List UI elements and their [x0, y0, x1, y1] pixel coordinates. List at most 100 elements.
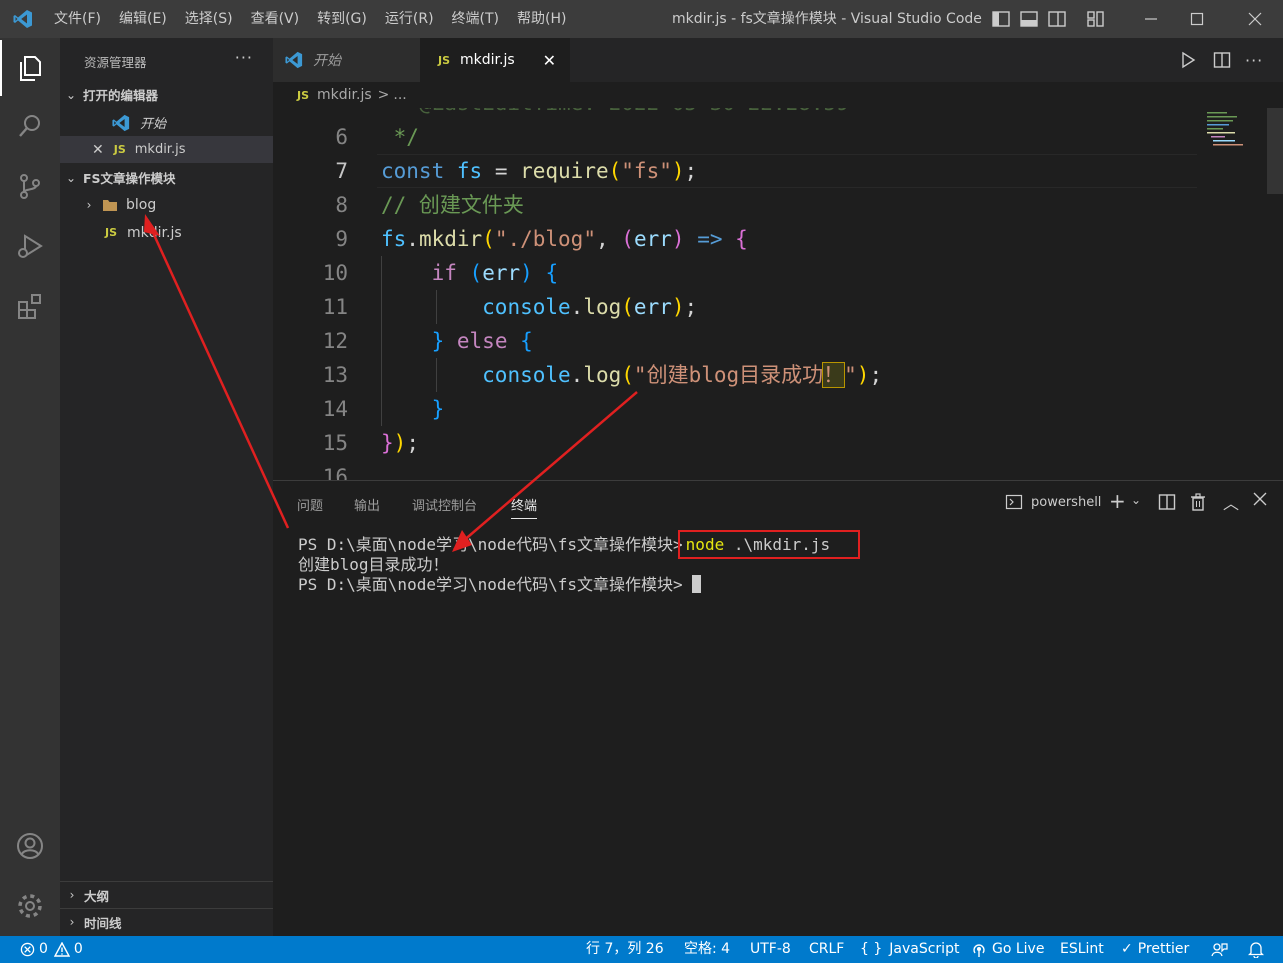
line-number: 13 — [322, 363, 348, 387]
feedback-icon[interactable] — [1211, 936, 1228, 963]
tab-start[interactable]: 开始 — [273, 38, 420, 82]
code-line-12: } else { — [431, 329, 533, 353]
go-live-button[interactable]: Go Live — [971, 936, 1044, 963]
breadcrumb-file[interactable]: mkdir.js — [317, 87, 372, 103]
title-bar: 文件(F) 编辑(E) 选择(S) 查看(V) 转到(G) 运行(R) 终端(T… — [0, 0, 1283, 38]
split-editor-icon[interactable] — [1213, 38, 1231, 82]
chevron-down-icon[interactable]: ⌄ — [1131, 493, 1141, 507]
source-control-icon[interactable] — [0, 158, 60, 214]
vscode-logo-icon — [0, 0, 46, 38]
toggle-panel-icon[interactable] — [1019, 9, 1039, 29]
indentation[interactable]: 空格: 4 — [684, 936, 730, 963]
breadcrumb: JS mkdir.js > ... — [273, 82, 1283, 108]
menu-edit[interactable]: 编辑(E) — [111, 0, 177, 38]
menu-run[interactable]: 运行(R) — [377, 0, 444, 38]
maximize-panel-icon[interactable]: ︿ — [1223, 490, 1239, 514]
toggle-sidebar-icon[interactable] — [991, 9, 1011, 29]
open-editors-section[interactable]: ⌄ 打开的编辑器 — [60, 81, 273, 108]
menu-terminal[interactable]: 终端(T) — [444, 0, 509, 38]
split-terminal-icon[interactable] — [1158, 493, 1176, 515]
editor-more-actions-icon[interactable]: ··· — [1245, 38, 1263, 82]
close-tab-icon[interactable]: ✕ — [543, 51, 556, 70]
terminal-icon — [1005, 493, 1023, 511]
check-icon: ✓ — [1121, 941, 1133, 957]
menu-file[interactable]: 文件(F) — [46, 0, 111, 38]
bottom-panel: 问题 输出 调试控制台 终端 powershell + ⌄ ︿ PS D:\桌面… — [273, 480, 1283, 936]
code-line-15: }); — [381, 431, 419, 455]
breadcrumb-more[interactable]: ... — [393, 87, 406, 103]
more-actions-icon[interactable]: ··· — [235, 48, 253, 67]
line-number: 15 — [322, 431, 348, 455]
code-editor[interactable]: * @LastEditTime: 2022-05-30 22:28:59 6 *… — [273, 108, 1283, 480]
eslint-status[interactable]: ESLint — [1060, 936, 1104, 963]
notifications-bell-icon[interactable] — [1248, 936, 1264, 963]
explorer-header: 资源管理器 — [84, 55, 147, 70]
terminal-shell-selector[interactable]: powershell — [1005, 493, 1101, 511]
language-mode[interactable]: { } JavaScript — [860, 936, 959, 963]
tree-item-mkdir-js[interactable]: JS mkdir.js — [60, 219, 273, 246]
line-ending[interactable]: CRLF — [809, 936, 844, 963]
js-icon: JS — [438, 53, 451, 67]
vscode-icon — [112, 114, 130, 132]
timeline-section[interactable]: › 时间线 — [60, 908, 273, 935]
code-line-11: console.log(err); — [482, 295, 698, 319]
terminal-line-prompt[interactable]: PS D:\桌面\node学习\node代码\fs文章操作模块> — [298, 575, 702, 595]
tree-item-blog[interactable]: › blog — [60, 191, 273, 218]
prettier-status[interactable]: ✓ Prettier — [1121, 936, 1189, 963]
line-number: 14 — [322, 397, 348, 421]
tab-output[interactable]: 输出 — [354, 495, 380, 514]
menu-selection[interactable]: 选择(S) — [177, 0, 243, 38]
close-editor-icon[interactable]: ✕ — [92, 142, 104, 158]
extensions-icon[interactable] — [0, 278, 60, 334]
maximize-button[interactable] — [1174, 0, 1220, 38]
new-terminal-icon[interactable]: + — [1109, 489, 1126, 513]
menu-view[interactable]: 查看(V) — [243, 0, 310, 38]
terminal-cursor — [692, 575, 702, 593]
close-window-button[interactable] — [1232, 0, 1278, 38]
accounts-icon[interactable] — [0, 818, 60, 874]
outline-section[interactable]: › 大纲 — [60, 881, 273, 908]
line-number: 8 — [335, 193, 348, 217]
line-number: 7 — [335, 159, 348, 183]
minimap[interactable] — [1203, 108, 1273, 480]
tab-mkdir-js[interactable]: JS mkdir.js ✕ — [420, 38, 570, 82]
broadcast-icon — [973, 943, 985, 957]
chevron-down-icon: ⌄ — [65, 87, 77, 102]
cursor-position[interactable]: 行 7，列 26 — [586, 936, 664, 963]
breadcrumb-separator: > — [377, 87, 390, 103]
folder-icon — [102, 198, 118, 212]
explorer-icon[interactable] — [0, 40, 60, 96]
kill-terminal-icon[interactable] — [1190, 493, 1206, 515]
run-file-icon[interactable] — [1179, 38, 1197, 82]
warning-icon — [53, 942, 70, 957]
encoding[interactable]: UTF-8 — [750, 936, 791, 963]
line-number: 9 — [335, 227, 348, 251]
customize-layout-icon[interactable] — [1086, 9, 1106, 29]
folder-section[interactable]: ⌄ FS文章操作模块 — [60, 164, 273, 191]
menu-help[interactable]: 帮助(H) — [509, 0, 576, 38]
close-panel-icon[interactable] — [1253, 492, 1267, 510]
line-number: 11 — [322, 295, 348, 319]
minimize-button[interactable] — [1128, 0, 1174, 38]
tab-problems[interactable]: 问题 — [297, 495, 323, 514]
tab-terminal[interactable]: 终端 — [511, 495, 538, 519]
menu-go[interactable]: 转到(G) — [309, 0, 377, 38]
activity-bar — [0, 38, 60, 936]
line-number: 12 — [322, 329, 348, 353]
run-debug-icon[interactable] — [0, 218, 60, 274]
editor-tab-bar: 开始 JS mkdir.js ✕ ··· — [273, 38, 1283, 82]
toggle-secondary-sidebar-icon[interactable] — [1047, 9, 1067, 29]
tab-debug-console[interactable]: 调试控制台 — [412, 495, 477, 514]
problems-status[interactable]: 0 0 — [20, 936, 83, 963]
editor-scrollbar[interactable] — [1267, 108, 1283, 194]
chevron-right-icon: › — [69, 888, 75, 902]
open-editor-item-mkdir[interactable]: ✕ JS mkdir.js — [60, 136, 273, 163]
status-bar: 0 0 行 7，列 26 空格: 4 UTF-8 CRLF { } JavaScr… — [0, 936, 1283, 963]
js-icon: JS — [297, 88, 310, 102]
manage-gear-icon[interactable] — [0, 878, 60, 934]
terminal-line-command: PS D:\桌面\node学习\node代码\fs文章操作模块> node .\m… — [298, 530, 861, 559]
search-icon[interactable] — [0, 98, 60, 154]
chevron-down-icon: ⌄ — [65, 170, 77, 185]
open-editor-item-start[interactable]: 开始 — [60, 109, 273, 136]
code-line-6: */ — [381, 125, 419, 149]
